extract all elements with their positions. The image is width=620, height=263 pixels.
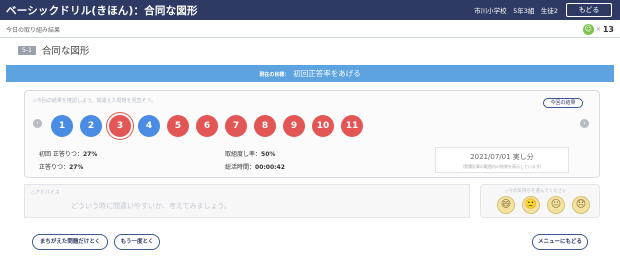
goal-text: 初回正答率をあげる [293, 69, 361, 78]
result-date: 2021/07/01 実し分 [470, 153, 534, 161]
question-11-button[interactable]: 11 [341, 115, 363, 137]
menu-button[interactable]: メニューにもどる [532, 234, 588, 250]
advice-box: ◇アドバイス どういう時に間違いやすいか、考えてみましょう。 [24, 184, 470, 218]
sad-face-icon[interactable]: 😞 [572, 196, 590, 214]
goal-banner: 現在の目標： 初回正答率をあげる [6, 65, 614, 82]
hint-use-rate: 取組度し率：50% [225, 151, 276, 158]
question-3-button[interactable]: 3 [109, 115, 131, 137]
prev-arrow-icon[interactable]: ‹ [33, 119, 42, 128]
date-note: (累積計算の範囲内の結果を表示しています) [462, 164, 542, 169]
page-heading: 5-1 合同な図形 [18, 44, 90, 57]
smiling-face-icon[interactable]: 🙂 [522, 196, 540, 214]
goal-label: 現在の目標： [259, 72, 290, 78]
mood-caption: ◇今の気持ちを選んでください [505, 189, 567, 194]
section-number: 5-1 [18, 45, 36, 55]
laughing-face-icon[interactable]: 😄 [497, 196, 515, 214]
neutral-face-icon[interactable]: 😐 [547, 196, 565, 214]
first-correct-rate: 初回 正答りつ：27% [39, 151, 98, 158]
back-button[interactable]: もどる [566, 3, 612, 17]
current-result-button[interactable]: 今回の結果 [543, 98, 583, 108]
advice-text: どういう時に間違いやすいか、考えてみましょう。 [71, 202, 232, 210]
date-box: 2021/07/01 実し分 (累積計算の範囲内の結果を表示しています) [435, 147, 569, 173]
question-2-button[interactable]: 2 [80, 115, 102, 137]
times-sign: × [595, 25, 601, 33]
question-8-button[interactable]: 8 [254, 115, 276, 137]
reward-count: 13 [602, 24, 614, 34]
advice-caption: ◇アドバイス [31, 190, 60, 196]
results-card: ◇今回の結果を確認しよう。間違えた問題を見直そう。 今回の結果 ‹ 123456… [24, 90, 600, 178]
page-title: 合同な図形 [41, 46, 90, 57]
next-arrow-icon[interactable]: › [580, 119, 589, 128]
question-10-button[interactable]: 10 [312, 115, 334, 137]
question-9-button[interactable]: 9 [283, 115, 305, 137]
title-bar: ベーシックドリル(きほん)：合同な図形 市川小学校 5年3組 生徒2 もどる [0, 0, 620, 20]
app-title: ベーシックドリル(きほん)：合同な図形 [6, 5, 198, 17]
results-hint: ◇今回の結果を確認しよう。間違えた問題を見直そう。 [33, 98, 157, 104]
breadcrumb: 今日の取り組み結果 [6, 27, 61, 34]
school-info: 市川小学校 5年3組 生徒2 [474, 7, 558, 15]
question-1-button[interactable]: 1 [51, 115, 73, 137]
question-7-button[interactable]: 7 [225, 115, 247, 137]
sub-bar: 今日の取り組み結果 ☺ × 13 [0, 20, 620, 38]
question-4-button[interactable]: 4 [138, 115, 160, 137]
question-6-button[interactable]: 6 [196, 115, 218, 137]
smile-icon: ☺ [582, 23, 594, 35]
mood-box: ◇今の気持ちを選んでください 😄 🙂 😐 😞 [480, 184, 600, 218]
reward-badge: ☺ × 13 [582, 23, 614, 35]
correct-rate: 正答りつ：27% [39, 164, 84, 171]
question-5-button[interactable]: 5 [167, 115, 189, 137]
question-list: 1 2 3 4 5 6 7 8 9 10 11 [51, 115, 363, 137]
retry-wrong-button[interactable]: まちがえた問題だけとく [32, 234, 108, 250]
total-time: 総活時間：00:00:42 [225, 164, 285, 171]
mood-faces: 😄 🙂 😐 😞 [497, 196, 590, 214]
retry-all-button[interactable]: もう一度とく [114, 234, 160, 250]
